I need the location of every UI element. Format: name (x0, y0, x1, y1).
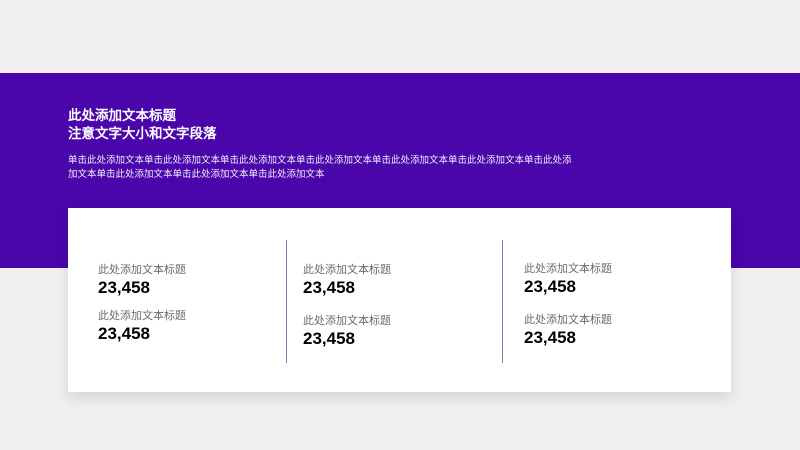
stat-block: 此处添加文本标题 23,458 (98, 309, 186, 344)
stat-value: 23,458 (303, 278, 355, 297)
stat-block: 此处添加文本标题 23,458 (303, 314, 391, 349)
slide-title: 此处添加文本标题 注意文字大小和文字段落 (68, 107, 217, 143)
stat-block: 此处添加文本标题 23,458 (303, 263, 391, 298)
stat-value: 23,458 (98, 324, 150, 343)
column-divider (502, 240, 503, 363)
slide: 此处添加文本标题 注意文字大小和文字段落 单击此处添加文本单击此处添加文本单击此… (0, 0, 800, 450)
stat-value: 23,458 (524, 277, 576, 296)
stat-label: 此处添加文本标题 (98, 309, 186, 322)
stat-block: 此处添加文本标题 23,458 (524, 313, 612, 348)
column-divider (286, 240, 287, 363)
stats-card: 此处添加文本标题 23,458 此处添加文本标题 23,458 此处添加文本标题… (68, 208, 731, 392)
stat-block: 此处添加文本标题 23,458 (98, 263, 186, 298)
stat-label: 此处添加文本标题 (98, 263, 186, 276)
stat-label: 此处添加文本标题 (303, 314, 391, 327)
body-paragraph: 单击此处添加文本单击此处添加文本单击此处添加文本单击此处添加文本单击此处添加文本… (68, 154, 608, 182)
stat-block: 此处添加文本标题 23,458 (524, 262, 612, 297)
stat-label: 此处添加文本标题 (303, 263, 391, 276)
stat-value: 23,458 (98, 278, 150, 297)
stat-label: 此处添加文本标题 (524, 313, 612, 326)
stat-label: 此处添加文本标题 (524, 262, 612, 275)
title-line-1: 此处添加文本标题 (68, 108, 176, 124)
body-line-1: 单击此处添加文本单击此处添加文本单击此处添加文本单击此处添加文本单击此处添加文本… (68, 155, 572, 166)
stat-value: 23,458 (303, 329, 355, 348)
stat-value: 23,458 (524, 328, 576, 347)
body-line-2: 加文本单击此处添加文本单击此处添加文本单击此处添加文本 (68, 169, 325, 180)
title-line-2: 注意文字大小和文字段落 (68, 126, 217, 142)
